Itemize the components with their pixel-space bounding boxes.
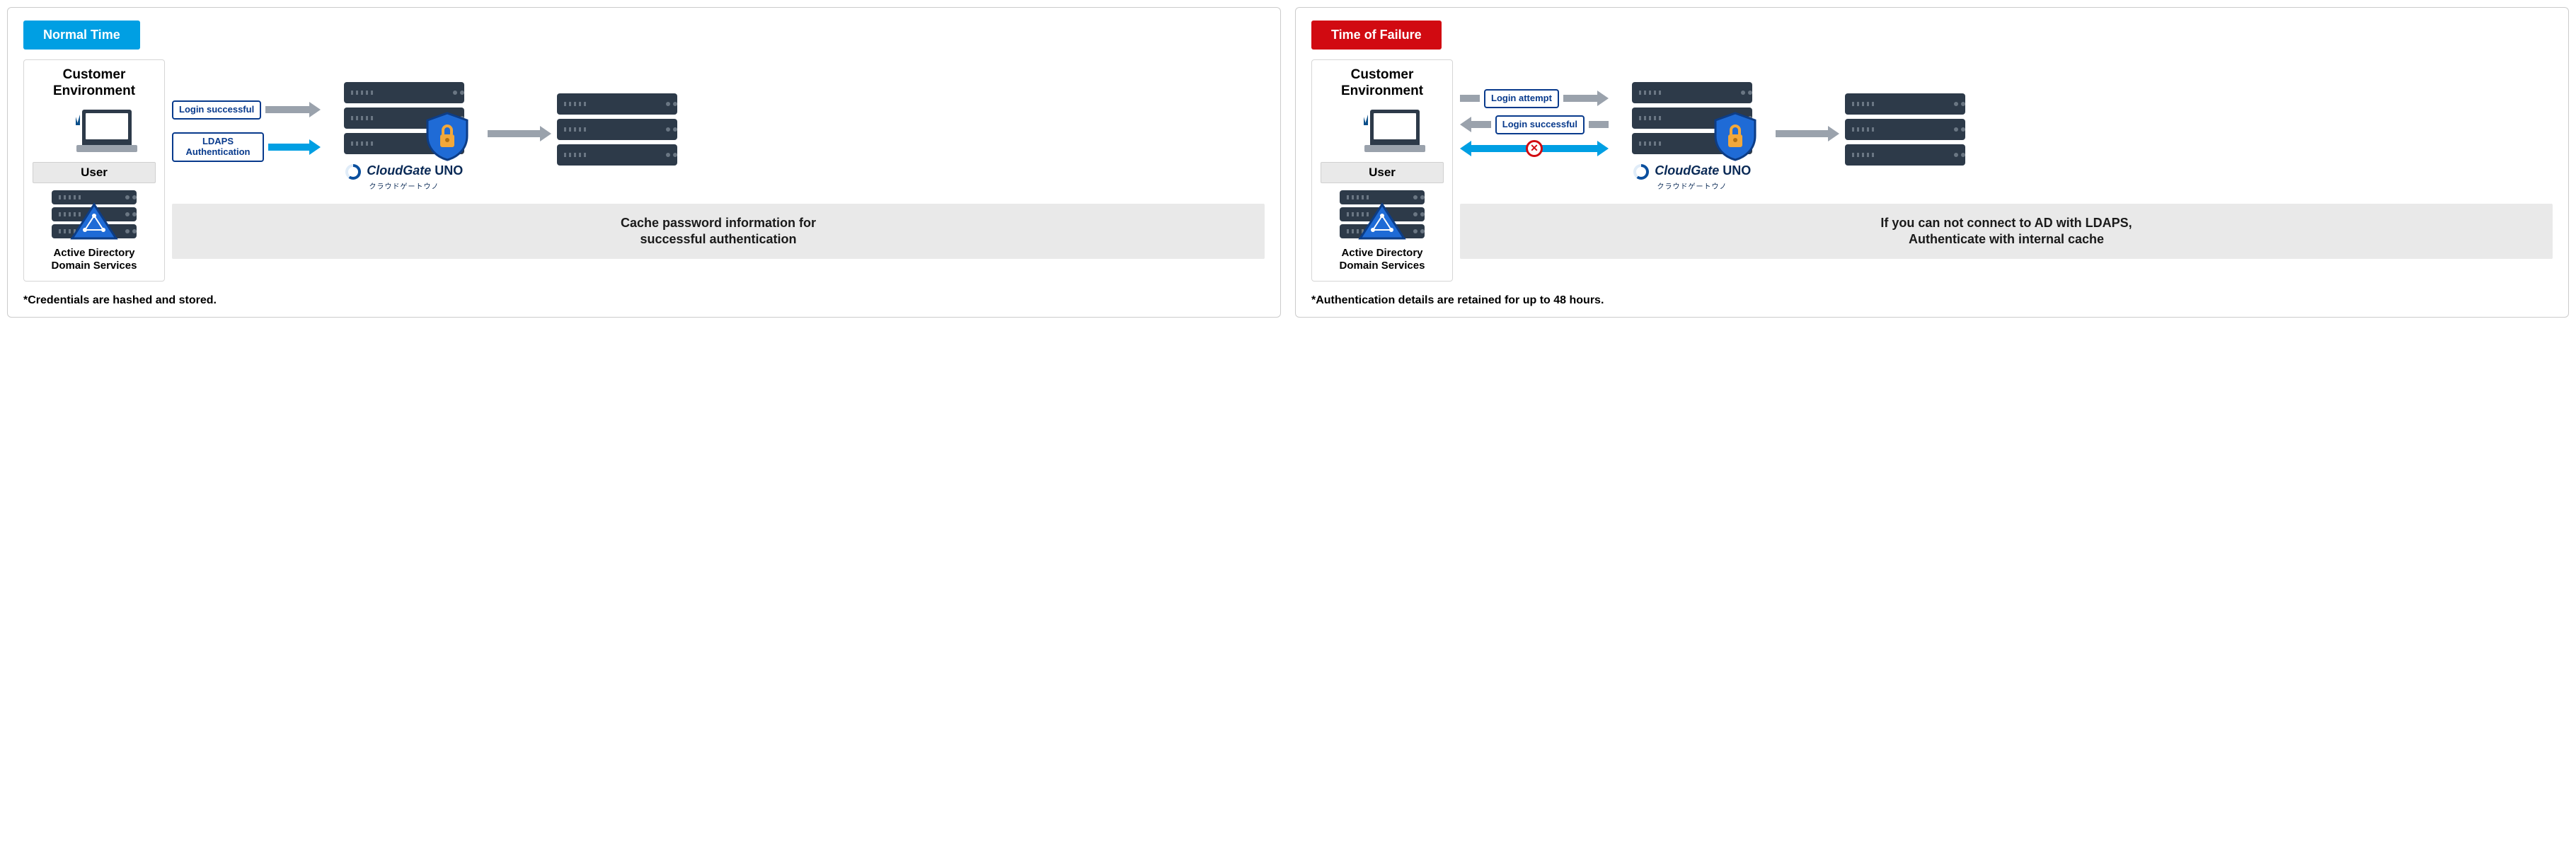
arrow-right-icon <box>265 105 321 115</box>
user-block: User <box>1321 107 1444 183</box>
normal-footnote: *Credentials are hashed and stored. <box>23 294 1265 307</box>
shield-lock-icon <box>425 112 470 161</box>
normal-mid-arrows: Login successful LDAPS Authentication <box>172 59 321 162</box>
failure-content: Customer Environment User <box>1311 59 2553 282</box>
ad-label-line1: Active Directory <box>53 247 134 259</box>
blocked-x-icon: ✕ <box>1526 140 1543 157</box>
cloudgate-ring-icon <box>1633 164 1649 180</box>
arrow-stub-icon <box>1589 120 1609 129</box>
ad-label-line2: Domain Services <box>1340 260 1425 272</box>
arrow-login-successful-back: Login successful <box>1460 115 1609 134</box>
arrow-stub-icon <box>1460 93 1480 103</box>
customer-environment-box: Customer Environment User <box>23 59 165 282</box>
label-ldaps-auth: LDAPS Authentication <box>172 132 264 162</box>
failure-flow-area: Login attempt Login successful ✕ <box>1460 59 2553 259</box>
panel-normal-time: Normal Time Customer Environment User <box>7 7 1281 318</box>
cg-suffix: UNO <box>1723 163 1751 178</box>
arrow-right-icon <box>1563 93 1609 103</box>
arrow-ldaps-auth: LDAPS Authentication <box>172 132 321 162</box>
arrow-right-gray-icon <box>1776 127 1839 141</box>
cloudgate-logo: CloudGate UNO クラウドゲートウノ <box>1633 164 1751 192</box>
arrow-left-icon <box>1460 120 1491 129</box>
ldaps-line1: LDAPS <box>202 136 234 146</box>
ldaps-line2: Authentication <box>186 146 251 157</box>
user-with-laptop-icon <box>1345 107 1420 160</box>
double-arrow-blocked-icon: ✕ <box>1460 141 1609 156</box>
shield-lock-icon <box>1713 112 1758 161</box>
cloudgate-server-icon <box>344 82 464 158</box>
backend-server <box>1845 59 1965 170</box>
arrow-ldaps-failed: ✕ <box>1460 141 1609 156</box>
cg-name: CloudGate <box>1655 163 1719 178</box>
arrow-right-blue-icon <box>268 142 321 152</box>
backend-server <box>557 59 677 170</box>
ad-server-icon <box>1340 190 1425 238</box>
env-title-line2: Environment <box>53 83 135 98</box>
cg-sub: クラウドゲートウノ <box>1657 183 1727 191</box>
env-title-line1: Customer <box>63 67 126 82</box>
user-with-laptop-icon <box>57 107 132 160</box>
ad-server-icon <box>52 190 137 238</box>
label-login-successful: Login successful <box>1495 115 1585 134</box>
normal-content: Customer Environment User <box>23 59 1265 282</box>
normal-caption: Cache password information for successfu… <box>172 204 1265 260</box>
cloudgate-ring-icon <box>345 164 361 180</box>
ad-label: Active Directory Domain Services <box>1321 247 1444 272</box>
normal-flow-area: Login successful LDAPS Authentication <box>172 59 1265 259</box>
user-block: User <box>33 107 156 183</box>
backend-server-icon <box>557 93 677 166</box>
failure-caption-l2: Authenticate with internal cache <box>1909 232 2104 246</box>
arrow-right-gray-icon <box>488 127 551 141</box>
normal-caption-l1: Cache password information for <box>621 216 816 230</box>
badge-failure: Time of Failure <box>1311 21 1442 50</box>
cloudgate-logo: CloudGate UNO クラウドゲートウノ <box>345 164 463 192</box>
cg-name: CloudGate <box>367 163 431 178</box>
arrow-to-backend <box>1776 59 1839 141</box>
cg-suffix: UNO <box>435 163 463 178</box>
panel-time-of-failure: Time of Failure Customer Environment Use… <box>1295 7 2569 318</box>
badge-normal: Normal Time <box>23 21 140 50</box>
active-directory-icon <box>1357 202 1407 243</box>
arrow-login-successful: Login successful <box>172 100 321 120</box>
cloudgate-server-icon <box>1632 82 1752 158</box>
env-title: Customer Environment <box>1321 67 1444 100</box>
backend-server-icon <box>1845 93 1965 166</box>
failure-mid-arrows: Login attempt Login successful ✕ <box>1460 59 1609 156</box>
failure-caption: If you can not connect to AD with LDAPS,… <box>1460 204 2553 260</box>
cg-sub: クラウドゲートウノ <box>369 183 439 191</box>
env-title-line1: Customer <box>1351 67 1414 82</box>
env-title-line2: Environment <box>1341 83 1423 98</box>
person-icon <box>1345 109 1386 160</box>
failure-caption-l1: If you can not connect to AD with LDAPS, <box>1880 216 2132 230</box>
user-label: User <box>1321 162 1444 183</box>
cloudgate-column: CloudGate UNO クラウドゲートウノ <box>326 59 482 192</box>
failure-footnote: *Authentication details are retained for… <box>1311 294 2553 307</box>
active-directory-icon <box>69 202 119 243</box>
env-title: Customer Environment <box>33 67 156 100</box>
ad-label: Active Directory Domain Services <box>33 247 156 272</box>
ad-label-line2: Domain Services <box>52 260 137 272</box>
person-icon <box>57 109 98 160</box>
arrow-login-attempt: Login attempt <box>1460 89 1609 108</box>
user-label: User <box>33 162 156 183</box>
label-login-attempt: Login attempt <box>1484 89 1559 108</box>
normal-caption-l2: successful authentication <box>640 232 796 246</box>
cloudgate-column: CloudGate UNO クラウドゲートウノ <box>1614 59 1770 192</box>
label-login-successful: Login successful <box>172 100 261 120</box>
ad-label-line1: Active Directory <box>1341 247 1422 259</box>
arrow-to-backend <box>488 59 551 141</box>
customer-environment-box: Customer Environment User <box>1311 59 1453 282</box>
